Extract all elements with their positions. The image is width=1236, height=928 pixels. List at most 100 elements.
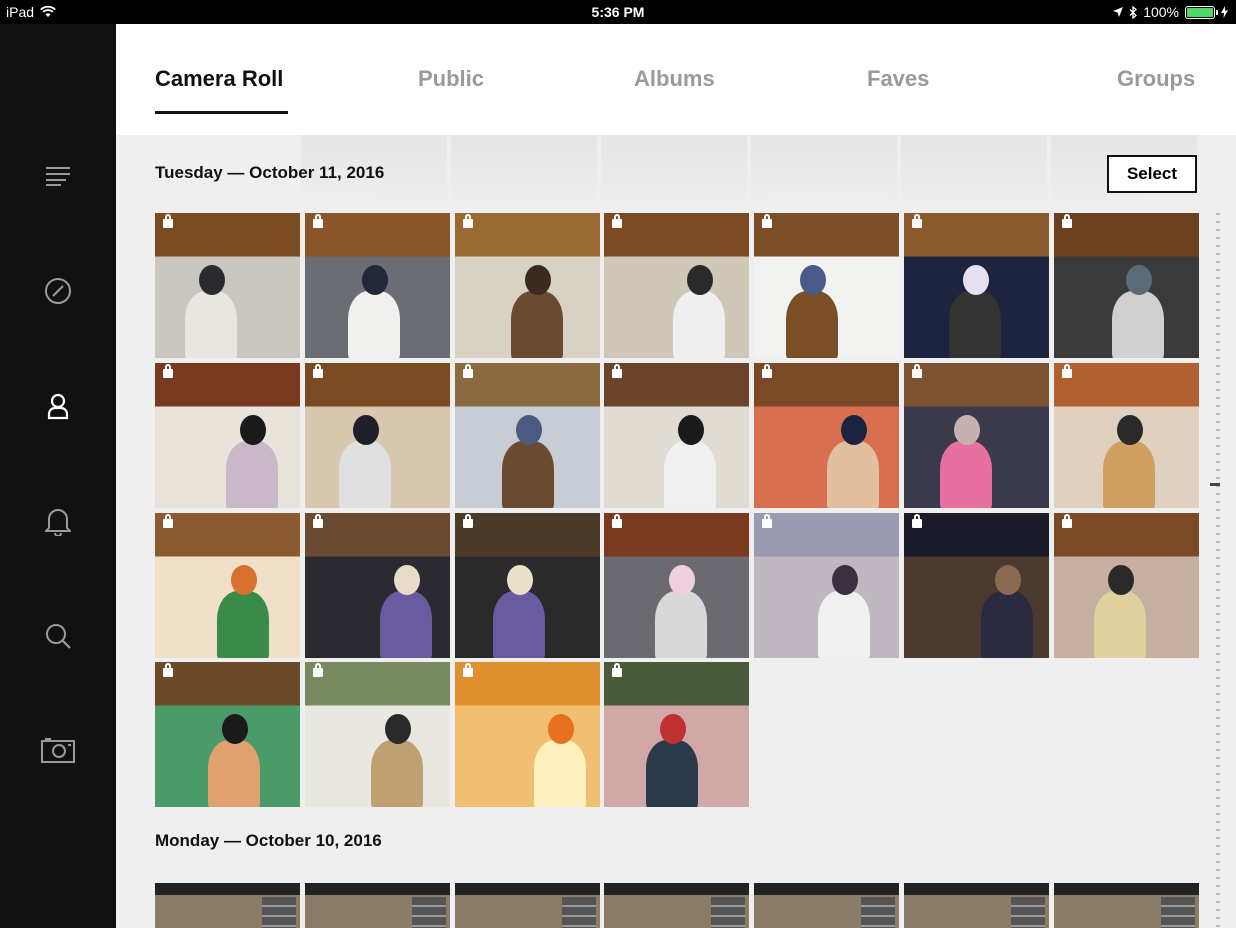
- photo-subject: [981, 590, 1034, 658]
- section-date-header-2: Monday — October 10, 2016: [155, 831, 382, 850]
- lock-icon: [612, 663, 623, 678]
- photo-thumbnail[interactable]: [454, 662, 600, 808]
- photo-thumbnail[interactable]: [155, 512, 300, 658]
- status-time: 5:36 PM: [591, 4, 645, 20]
- photo-thumbnail[interactable]: [1053, 883, 1199, 928]
- lock-icon: [1061, 214, 1072, 228]
- screenshot-header: [304, 883, 450, 895]
- screenshot-header: [1053, 883, 1199, 895]
- photo-thumbnail[interactable]: [604, 362, 750, 508]
- photo-thumbnail[interactable]: [454, 362, 600, 508]
- photo-thumbnail[interactable]: [304, 213, 450, 358]
- photo-thumbnail[interactable]: [904, 362, 1050, 508]
- menu-lines-icon[interactable]: [38, 156, 78, 196]
- photo-thumbnail[interactable]: [1053, 213, 1199, 358]
- photo-thumbnail[interactable]: [1053, 362, 1199, 508]
- photo-subject-head: [963, 265, 990, 295]
- photo-thumbnail[interactable]: [454, 512, 600, 658]
- photo-subject-head: [352, 414, 379, 445]
- lock-icon: [462, 363, 473, 378]
- photo-thumbnail[interactable]: [754, 512, 900, 658]
- photo-subject-head: [841, 414, 868, 445]
- photo-thumbnail[interactable]: [904, 883, 1050, 928]
- photo-thumbnail[interactable]: [304, 662, 450, 808]
- photo-subject: [185, 291, 237, 358]
- photo-thumbnail[interactable]: [754, 213, 900, 358]
- next-section-photos: [155, 883, 1199, 928]
- photo-subject: [655, 590, 708, 658]
- photo-thumbnail[interactable]: [604, 883, 750, 928]
- tab-albums[interactable]: Albums: [634, 66, 715, 92]
- photo-subject: [818, 590, 871, 658]
- photo-thumbnail[interactable]: [904, 512, 1050, 658]
- photo-thumbnail[interactable]: [304, 362, 450, 508]
- lock-icon: [163, 363, 173, 378]
- photo-subject: [646, 740, 699, 808]
- photo-thumbnail[interactable]: [454, 213, 600, 358]
- screenshot-header: [904, 883, 1050, 895]
- screenshot-sidebar: [262, 897, 296, 928]
- photo-subject: [940, 440, 993, 508]
- photo-thumbnail[interactable]: [754, 883, 900, 928]
- photo-thumbnail[interactable]: [1053, 512, 1199, 658]
- photo-thumbnail[interactable]: [155, 883, 300, 928]
- photo-subject-head: [231, 564, 257, 595]
- screenshot-header: [155, 883, 300, 895]
- photo-thumbnail[interactable]: [304, 512, 450, 658]
- photo-subject-head: [240, 414, 266, 445]
- tab-camera-roll[interactable]: Camera Roll: [155, 66, 283, 92]
- battery-percent: 100%: [1143, 4, 1179, 20]
- lock-icon: [312, 214, 323, 228]
- photo-thumbnail[interactable]: [155, 213, 300, 358]
- tab-faves[interactable]: Faves: [867, 66, 929, 92]
- photo-subject: [226, 440, 278, 508]
- scrolled-photos-ghost: [301, 135, 1197, 205]
- photo-thumbnail[interactable]: [754, 362, 900, 508]
- photo-thumbnail[interactable]: [604, 512, 750, 658]
- screenshot-header: [604, 883, 750, 895]
- photo-subject-head: [832, 564, 859, 595]
- tab-public[interactable]: Public: [418, 66, 484, 92]
- lock-icon: [762, 363, 773, 378]
- select-button[interactable]: Select: [1107, 155, 1197, 193]
- screenshot-sidebar: [1160, 897, 1195, 928]
- lock-icon: [912, 513, 923, 528]
- lock-icon: [612, 363, 623, 378]
- compass-icon[interactable]: [38, 271, 78, 311]
- screenshot-sidebar: [561, 897, 596, 928]
- photo-subject: [1102, 440, 1155, 508]
- screenshot-header: [754, 883, 900, 895]
- photo-subject-head: [524, 265, 551, 295]
- photo-thumbnail[interactable]: [604, 213, 750, 358]
- photo-subject-head: [1125, 265, 1152, 295]
- search-icon[interactable]: [38, 616, 78, 656]
- photo-thumbnail[interactable]: [155, 362, 300, 508]
- lock-icon: [912, 214, 923, 228]
- photo-thumbnail[interactable]: [304, 883, 450, 928]
- photo-thumbnail[interactable]: [904, 213, 1050, 358]
- photo-thumbnail[interactable]: [604, 662, 750, 808]
- camera-icon[interactable]: [38, 730, 78, 770]
- photo-subject-head: [393, 564, 420, 595]
- lock-icon: [462, 214, 473, 228]
- bell-icon[interactable]: [38, 501, 78, 541]
- photo-thumbnail[interactable]: [155, 662, 300, 808]
- status-bar: iPad 5:36 PM 100%: [0, 0, 1236, 24]
- photo-content[interactable]: Tuesday — October 11, 2016 Select Monday…: [116, 135, 1236, 928]
- profile-icon[interactable]: [38, 386, 78, 426]
- scroll-index[interactable]: [1212, 213, 1224, 928]
- sidebar: [0, 24, 116, 928]
- charging-bolt-icon: [1221, 6, 1228, 18]
- photo-subject: [1093, 590, 1146, 658]
- lock-icon: [762, 513, 773, 528]
- section-date-header: Tuesday — October 11, 2016: [155, 163, 385, 182]
- lock-icon: [163, 663, 173, 678]
- photo-subject: [949, 291, 1002, 358]
- photo-subject-head: [995, 564, 1022, 595]
- photo-subject: [827, 440, 880, 508]
- photo-subject: [492, 590, 545, 658]
- lock-icon: [312, 363, 323, 378]
- photo-thumbnail[interactable]: [454, 883, 600, 928]
- scroll-thumb[interactable]: [1210, 483, 1220, 486]
- tab-groups[interactable]: Groups: [1117, 66, 1195, 92]
